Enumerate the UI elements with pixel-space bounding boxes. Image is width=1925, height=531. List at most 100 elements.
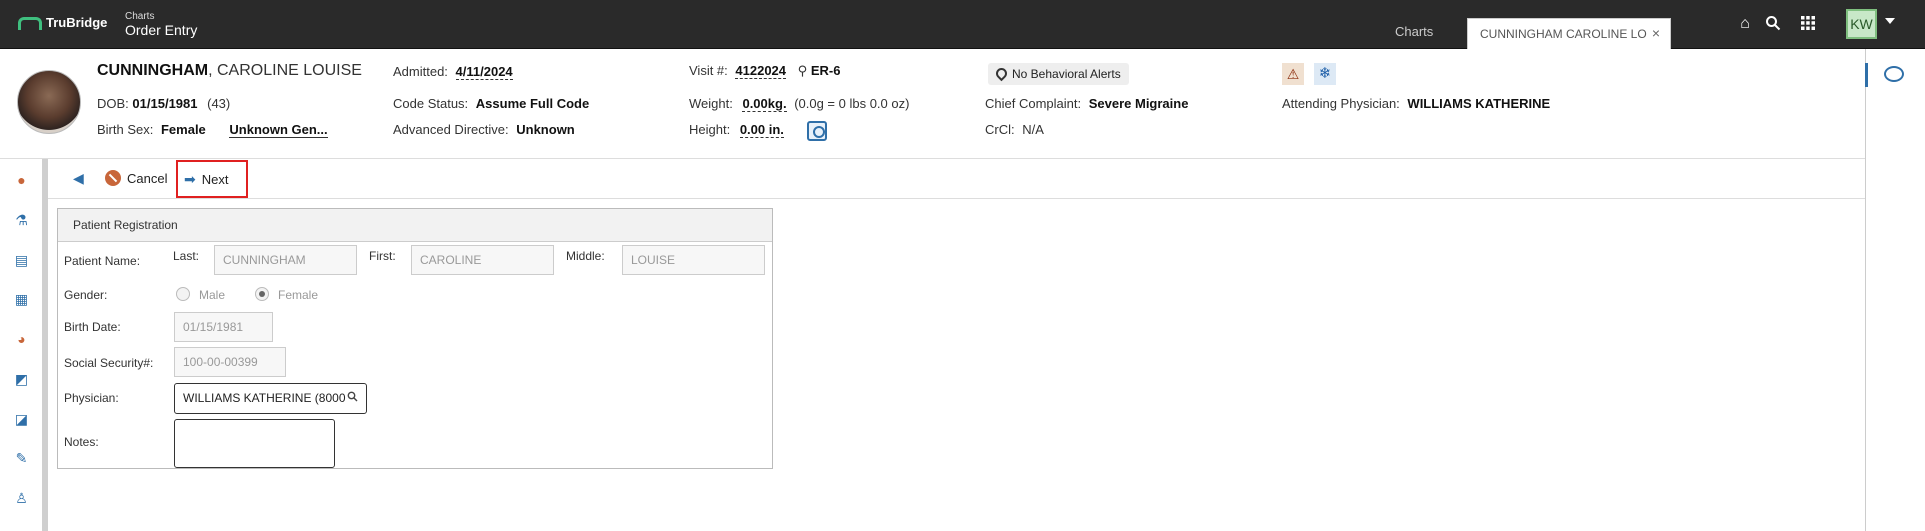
gender-identity-link[interactable]: Unknown Gen... bbox=[229, 122, 328, 138]
app-section-label: Charts bbox=[125, 11, 155, 22]
dob-value: 01/15/1981 bbox=[132, 96, 198, 111]
app-title: Charts Order Entry bbox=[125, 11, 197, 38]
home-icon[interactable]: ⌂ bbox=[1736, 15, 1754, 33]
advanced-directive-label: Advanced Directive: bbox=[393, 122, 509, 137]
visit-number[interactable]: 4122024 bbox=[735, 63, 787, 79]
middle-name-label: Middle: bbox=[566, 249, 605, 263]
location-value: ER-6 bbox=[810, 63, 841, 78]
ssn-field[interactable]: 100-00-00399 bbox=[174, 347, 286, 377]
sidebar-divider bbox=[42, 159, 48, 531]
cancel-icon bbox=[105, 170, 121, 186]
calendar-icon[interactable]: ▦ bbox=[13, 291, 30, 308]
trubridge-logo[interactable]: TruBridge bbox=[18, 15, 107, 30]
patient-rest-name: , CAROLINE LOUISE bbox=[208, 62, 362, 79]
advanced-directive-row: Advanced Directive: Unknown bbox=[393, 122, 575, 137]
weight-value[interactable]: 0.00kg. bbox=[742, 96, 787, 112]
notes-textarea[interactable] bbox=[174, 419, 335, 468]
crcl-value: N/A bbox=[1022, 122, 1044, 137]
gender-female-radio[interactable] bbox=[255, 287, 269, 301]
chief-complaint-label: Chief Complaint: bbox=[985, 96, 1082, 111]
middle-name-field[interactable]: LOUISE bbox=[622, 245, 765, 275]
gender-male-radio[interactable] bbox=[176, 287, 190, 301]
alert-pin-icon bbox=[993, 65, 1010, 82]
height-row: Height: 0.00 in. bbox=[689, 122, 784, 138]
clipboard-icon[interactable]: ▤ bbox=[13, 252, 30, 269]
birth-date-label: Birth Date: bbox=[64, 320, 121, 334]
last-name-label: Last: bbox=[173, 249, 200, 263]
dob-row: DOB: 01/15/1981 (43) bbox=[97, 96, 230, 111]
visit-label: Visit #: bbox=[689, 63, 728, 78]
lab-flask-icon[interactable]: ⚗ bbox=[13, 212, 30, 229]
panel-title: Patient Registration bbox=[58, 209, 772, 242]
notes-label: Notes: bbox=[64, 435, 99, 449]
chief-complaint-row: Chief Complaint: Severe Migraine bbox=[985, 96, 1188, 111]
behavioral-alerts-badge[interactable]: No Behavioral Alerts bbox=[988, 63, 1129, 85]
code-status-value: Assume Full Code bbox=[475, 96, 590, 111]
bandage-icon[interactable]: ◩ bbox=[13, 371, 30, 388]
next-label: Next bbox=[201, 171, 229, 187]
tab-patient-chart[interactable]: CUNNINGHAM CAROLINE LO × bbox=[1467, 18, 1671, 49]
patient-banner: CUNNINGHAM, CAROLINE LOUISE DOB: 01/15/1… bbox=[0, 49, 1866, 159]
order-toolbar: ◀ Cancel ➡ Next bbox=[48, 159, 1865, 199]
code-status-label: Code Status: bbox=[393, 96, 469, 111]
allergy-warning-icon[interactable]: ⚠ bbox=[1282, 63, 1304, 85]
first-name-field[interactable]: CAROLINE bbox=[411, 245, 554, 275]
attending-physician-label: Attending Physician: bbox=[1282, 96, 1400, 111]
back-arrow-icon[interactable]: ◀ bbox=[73, 171, 89, 185]
next-arrow-icon: ➡ bbox=[184, 170, 196, 187]
patient-last-name: CUNNINGHAM bbox=[97, 62, 209, 79]
age-value: (43) bbox=[207, 96, 231, 111]
user-avatar[interactable]: KW bbox=[1846, 9, 1877, 39]
birth-sex-label: Birth Sex: bbox=[97, 122, 154, 137]
search-icon[interactable] bbox=[1764, 15, 1782, 33]
top-bar: TruBridge Charts Order Entry Charts CUNN… bbox=[0, 0, 1925, 49]
scale-icon[interactable] bbox=[807, 121, 827, 141]
crcl-label: CrCl: bbox=[985, 122, 1015, 137]
rail-active-marker bbox=[1865, 63, 1868, 87]
snowflake-icon[interactable]: ❄ bbox=[1314, 63, 1336, 85]
cancel-label: Cancel bbox=[127, 170, 168, 186]
page-title: Order Entry bbox=[125, 22, 198, 38]
palette-icon[interactable]: ◕ bbox=[13, 331, 30, 348]
birth-sex-row: Birth Sex: Female Unknown Gen... bbox=[97, 122, 328, 138]
vitals-icon[interactable]: ● bbox=[13, 172, 30, 189]
next-button[interactable]: ➡ Next bbox=[176, 160, 248, 198]
crcl-row: CrCl: N/A bbox=[985, 122, 1044, 137]
dob-label: DOB: bbox=[97, 96, 129, 111]
trubridge-logo-mark-icon bbox=[18, 16, 42, 30]
close-icon[interactable]: × bbox=[1652, 25, 1660, 41]
right-rail bbox=[1865, 49, 1925, 531]
height-label: Height: bbox=[689, 122, 731, 137]
birth-date-field[interactable]: 01/15/1981 bbox=[174, 312, 273, 342]
tab-charts[interactable]: Charts bbox=[1395, 24, 1433, 39]
search-icon[interactable] bbox=[347, 391, 360, 404]
location-pin-icon: ⚲ bbox=[797, 63, 808, 78]
last-name-field[interactable]: CUNNINGHAM bbox=[214, 245, 357, 275]
admitted-date[interactable]: 4/11/2024 bbox=[455, 64, 513, 80]
visit-row: Visit #: 4122024 ⚲ ER-6 bbox=[689, 63, 840, 79]
patient-photo bbox=[17, 70, 81, 134]
patient-name-label: Patient Name: bbox=[64, 254, 141, 268]
admitted-row: Admitted: 4/11/2024 bbox=[393, 64, 513, 80]
cancel-button[interactable]: Cancel bbox=[105, 167, 167, 189]
ssn-label: Social Security#: bbox=[64, 356, 154, 370]
apps-grid-icon[interactable] bbox=[1799, 15, 1817, 33]
weight-label: Weight: bbox=[689, 96, 733, 111]
chief-complaint-value: Severe Migraine bbox=[1088, 96, 1189, 111]
person-icon[interactable]: ♙ bbox=[13, 490, 30, 507]
logo-text: TruBridge bbox=[46, 15, 108, 30]
first-name-label: First: bbox=[369, 249, 396, 263]
gender-male-label: Male bbox=[199, 288, 226, 302]
chevron-down-icon[interactable] bbox=[1885, 18, 1895, 24]
chat-icon[interactable] bbox=[1884, 66, 1904, 82]
syringe-icon[interactable]: ✎ bbox=[13, 450, 30, 467]
left-sidebar: ● ⚗ ▤ ▦ ◕ ◩ ◪ ✎ ♙ bbox=[0, 159, 42, 531]
height-value[interactable]: 0.00 in. bbox=[739, 122, 784, 138]
physician-input[interactable]: WILLIAMS KATHERINE (8000 bbox=[174, 383, 367, 414]
weight-conversion: (0.0g = 0 lbs 0.0 oz) bbox=[794, 96, 910, 111]
chart-notes-icon[interactable]: ◪ bbox=[13, 411, 30, 428]
physician-label: Physician: bbox=[64, 391, 119, 405]
attending-physician-row: Attending Physician: WILLIAMS KATHERINE bbox=[1282, 96, 1550, 111]
gender-female-label: Female bbox=[278, 288, 319, 302]
attending-physician-value: WILLIAMS KATHERINE bbox=[1407, 96, 1551, 111]
